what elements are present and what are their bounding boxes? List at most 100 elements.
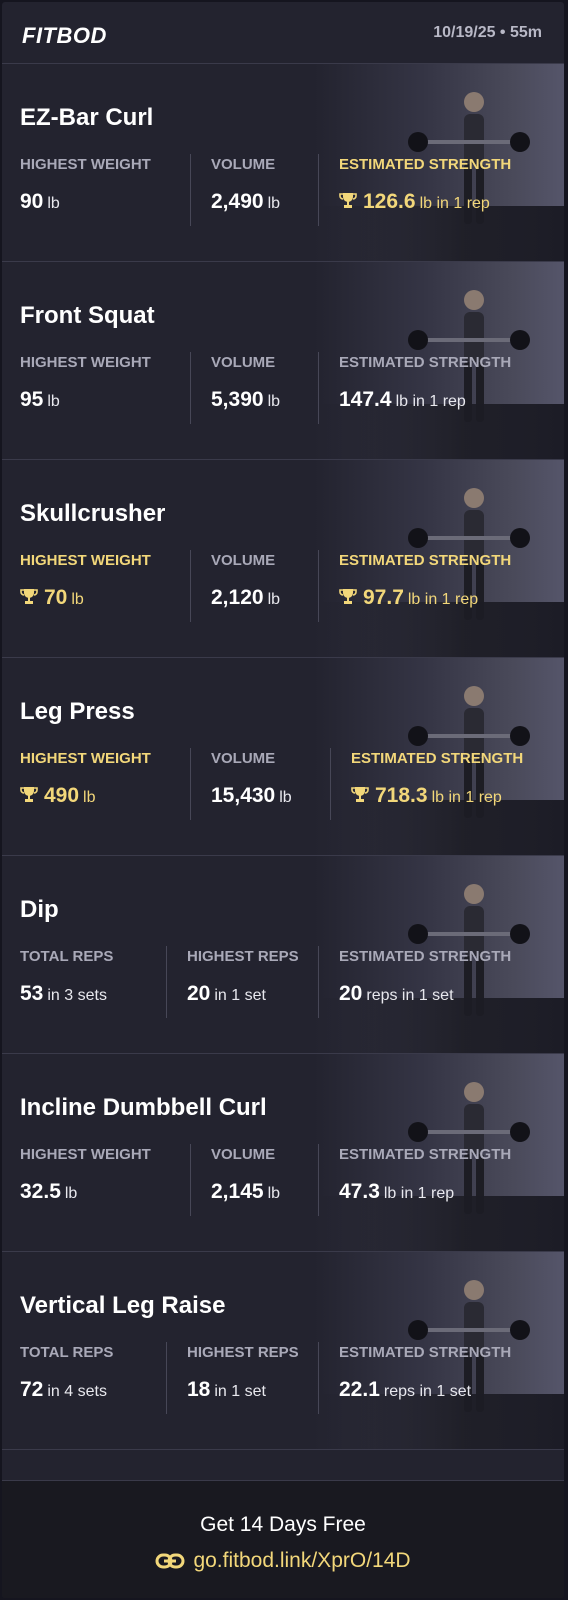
exercise-title: Vertical Leg Raise xyxy=(20,1292,226,1319)
stat-unit: lb in 1 rep xyxy=(431,789,502,806)
stat-volume: VOLUME 2,490 lb xyxy=(190,154,280,226)
stat-value: 2,145 xyxy=(211,1180,264,1203)
stat-value-row: 718.3 lb in 1 rep xyxy=(351,784,502,808)
stat-unit: lb xyxy=(267,591,281,608)
stat-value-row: 126.6 lb in 1 rep xyxy=(339,190,490,214)
stat-unit: lb in 1 rep xyxy=(395,393,466,410)
stat-value: 15,430 xyxy=(211,784,276,807)
exercise-card-dip[interactable]: Dip TOTAL REPS 53 in 3 sets HIGHEST REPS 20 in… xyxy=(2,856,564,1054)
stat-value-row: 147.4 lb in 1 rep xyxy=(339,388,466,412)
stat-value: 2,120 xyxy=(211,586,264,609)
stat-value: 22.1 xyxy=(339,1378,380,1401)
stat-unit: lb xyxy=(71,591,84,608)
stat-value: 147.4 xyxy=(339,388,392,411)
stat-value: 490 xyxy=(44,784,80,807)
stat-value-row: 2,120 lb xyxy=(211,586,280,610)
stat-unit: in 1 set xyxy=(214,1383,266,1400)
stat-unit: lb xyxy=(64,1185,78,1202)
stat-value-row: 72 in 4 sets xyxy=(20,1378,107,1402)
stat-estimated-strength: ESTIMATED STRENGTH 126.6 lb in 1 rep xyxy=(318,154,511,226)
promo-link[interactable]: go.fitbod.link/XprO/14D xyxy=(2,1549,564,1576)
stat-value-row: 20 in 1 set xyxy=(187,982,266,1006)
stat-unit: lb xyxy=(267,393,281,410)
stat-unit: in 4 sets xyxy=(47,1383,107,1400)
stat-estimated-strength: ESTIMATED STRENGTH 718.3 lb in 1 rep xyxy=(330,748,523,820)
stat-volume: VOLUME 2,120 lb xyxy=(190,550,280,622)
stat-label: HIGHEST WEIGHT xyxy=(20,552,151,569)
stat-value-row: 32.5 lb xyxy=(20,1180,77,1204)
exercise-card-skullcrusher[interactable]: Skullcrusher HIGHEST WEIGHT 70 lb VOLUME 2,12… xyxy=(2,460,564,658)
promo-link-text: go.fitbod.link/XprO/14D xyxy=(193,1549,411,1572)
stat-label: TOTAL REPS xyxy=(20,948,114,965)
cta-text: Get 14 Days Free xyxy=(200,1513,366,1536)
stat-value: 70 xyxy=(44,586,68,609)
exercise-card-front-squat[interactable]: Front Squat HIGHEST WEIGHT 95 lb VOLUME 5,390… xyxy=(2,262,564,460)
exercise-card-incline-dumbbell-curl[interactable]: Incline Dumbbell Curl HIGHEST WEIGHT 32.5 l… xyxy=(2,1054,564,1252)
trophy-icon xyxy=(20,785,38,808)
exercise-card-ez-bar-curl[interactable]: EZ-Bar Curl HIGHEST WEIGHT 90 lb VOLUME 2,490… xyxy=(2,64,564,262)
stat-unit: lb in 1 rep xyxy=(419,195,490,212)
stat-unit: lb xyxy=(47,195,60,212)
stat-value-row: 22.1 reps in 1 set xyxy=(339,1378,471,1402)
stat-label: ESTIMATED STRENGTH xyxy=(339,1344,512,1361)
stat-value: 5,390 xyxy=(211,388,264,411)
exercise-title: Skullcrusher xyxy=(20,500,166,527)
stat-value-row: 2,145 lb xyxy=(211,1180,280,1204)
stat-value: 72 xyxy=(20,1378,44,1401)
stat-value-row: 20 reps in 1 set xyxy=(339,982,454,1006)
stat-estimated-strength: ESTIMATED STRENGTH 22.1 reps in 1 set xyxy=(318,1342,511,1414)
stat-value: 53 xyxy=(20,982,44,1005)
stat-value-row: 2,490 lb xyxy=(211,190,280,214)
stat-volume: VOLUME 2,145 lb xyxy=(190,1144,280,1216)
stat-volume: VOLUME 15,430 lb xyxy=(190,748,292,820)
stat-label: TOTAL REPS xyxy=(20,1344,114,1361)
exercise-card-leg-press[interactable]: Leg Press HIGHEST WEIGHT 490 lb VOLUME 15,430… xyxy=(2,658,564,856)
exercise-card-vertical-leg-raise[interactable]: Vertical Leg Raise TOTAL REPS 72 in 4 sets H… xyxy=(2,1252,564,1450)
stat-highest-reps: HIGHEST REPS 18 in 1 set xyxy=(166,1342,299,1414)
stat-unit: lb in 1 rep xyxy=(407,591,479,608)
stat-value-row: 70 lb xyxy=(20,586,84,610)
stat-unit: lb xyxy=(267,1185,281,1202)
stat-value-row: 5,390 lb xyxy=(211,388,280,412)
stat-label: ESTIMATED STRENGTH xyxy=(351,750,524,767)
fitbod-logo: FITBOD xyxy=(22,23,107,48)
stat-unit: lb xyxy=(267,195,281,212)
stat-value: 18 xyxy=(187,1378,211,1401)
header: FITBOD 10/19/25 • 55m xyxy=(2,2,564,64)
stat-value: 97.7 xyxy=(363,586,404,609)
stat-value-row: 95 lb xyxy=(20,388,60,412)
stat-label: HIGHEST WEIGHT xyxy=(20,354,151,371)
stat-value-row: 97.7 lb in 1 rep xyxy=(339,586,478,610)
stat-estimated-strength: ESTIMATED STRENGTH 147.4 lb in 1 rep xyxy=(318,352,511,424)
stat-value: 47.3 xyxy=(339,1180,380,1203)
workout-summary: FITBOD 10/19/25 • 55m EZ-Bar Curl HIGHEST… xyxy=(2,2,564,1598)
stat-label: ESTIMATED STRENGTH xyxy=(339,354,512,371)
stat-label: ESTIMATED STRENGTH xyxy=(339,1146,512,1163)
stat-label: HIGHEST WEIGHT xyxy=(20,750,151,767)
trophy-icon xyxy=(339,191,357,214)
stat-value: 32.5 xyxy=(20,1180,61,1203)
footer: Get 14 Days Free go.fitbod.link/XprO/14D xyxy=(2,1480,564,1598)
stat-value-row: 47.3 lb in 1 rep xyxy=(339,1180,454,1204)
workout-date-duration: 10/19/25 • 55m xyxy=(433,24,542,41)
stat-label: ESTIMATED STRENGTH xyxy=(339,552,512,569)
stat-label: VOLUME xyxy=(211,354,276,371)
stat-value-row: 90 lb xyxy=(20,190,60,214)
stat-value: 95 xyxy=(20,388,44,411)
stat-unit: reps in 1 set xyxy=(366,987,454,1004)
stat-unit: in 3 sets xyxy=(47,987,107,1004)
stat-label: VOLUME xyxy=(211,156,276,173)
stat-unit: lb xyxy=(83,789,96,806)
stat-unit: in 1 set xyxy=(214,987,266,1004)
stat-highest-reps: HIGHEST REPS 20 in 1 set xyxy=(166,946,299,1018)
trophy-icon xyxy=(20,587,38,610)
stat-value: 718.3 xyxy=(375,784,428,807)
stat-label: HIGHEST REPS xyxy=(187,948,299,965)
stat-unit: lb in 1 rep xyxy=(383,1185,455,1202)
stat-estimated-strength: ESTIMATED STRENGTH 20 reps in 1 set xyxy=(318,946,511,1018)
stat-label: VOLUME xyxy=(211,552,276,569)
stat-unit: lb xyxy=(47,393,60,410)
stat-label: HIGHEST REPS xyxy=(187,1344,299,1361)
stat-value: 126.6 xyxy=(363,190,416,213)
stat-label: VOLUME xyxy=(211,750,276,767)
